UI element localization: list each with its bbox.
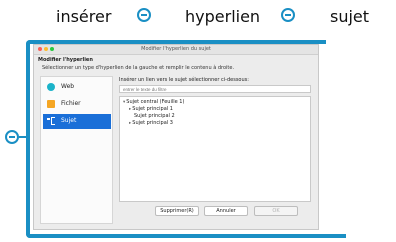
tree-item-child[interactable]: ▸Sujet principal 1 [129,106,173,112]
frame-border-bottom [26,234,346,238]
frame-border-left [26,40,30,238]
cancel-button[interactable]: Annuler [204,206,248,216]
tree-item-label: Sujet principal 2 [134,113,175,119]
tree-item-label: Sujet principal 1 [132,106,173,112]
delete-button[interactable]: Supprimer(R) [155,206,199,216]
link-type-list: Web Fichier Sujet [40,76,113,224]
dialog-heading: Modifier l'hyperlien [38,57,93,63]
disclosure-right-icon[interactable]: ▸ [129,107,131,112]
link-type-file[interactable]: Fichier [43,97,111,112]
breadcrumb-topic: sujet [330,7,370,26]
disclosure-down-icon[interactable]: ▾ [123,100,125,105]
breadcrumb-separator-icon [137,8,151,22]
tree-item-label: Sujet central (Feuille 1) [126,99,185,105]
link-type-topic[interactable]: Sujet [43,114,111,129]
insert-link-label: Insérer un lien vers le sujet sélectionn… [119,77,249,83]
dialog-titlebar: Modifier l'hyperlien du sujet [34,45,318,55]
link-type-label: Sujet [61,117,77,124]
disclosure-right-icon[interactable]: ▸ [129,121,131,126]
filter-input[interactable] [119,85,311,93]
ok-button[interactable]: OK [254,206,298,216]
breadcrumb-separator-icon [281,8,295,22]
link-type-label: Fichier [61,100,81,107]
breadcrumb-hyperlink: hyperlien [185,7,261,26]
tree-item-child[interactable]: Sujet principal 2 [134,113,175,119]
link-type-label: Web [61,83,75,90]
collapse-node-icon[interactable] [5,130,19,144]
topic-icon [47,117,55,125]
tree-item-root[interactable]: ▾Sujet central (Feuille 1) [123,99,184,105]
tree-item-child[interactable]: ▸Sujet principal 3 [129,120,173,126]
breadcrumb-insert: insérer [56,7,112,26]
hyperlink-dialog: Modifier l'hyperlien du sujet Modifier l… [33,44,319,230]
dialog-description: Sélectionner un type d'hyperlien de la g… [42,65,235,71]
dialog-window-title: Modifier l'hyperlien du sujet [141,46,211,52]
topic-tree: ▾Sujet central (Feuille 1) ▸Sujet princi… [119,96,311,202]
frame-connector [19,136,27,138]
link-content-panel: Insérer un lien vers le sujet sélectionn… [117,76,314,224]
link-type-web[interactable]: Web [43,80,111,95]
folder-icon [47,100,55,108]
globe-icon [47,83,55,91]
tree-item-label: Sujet principal 3 [132,120,173,126]
